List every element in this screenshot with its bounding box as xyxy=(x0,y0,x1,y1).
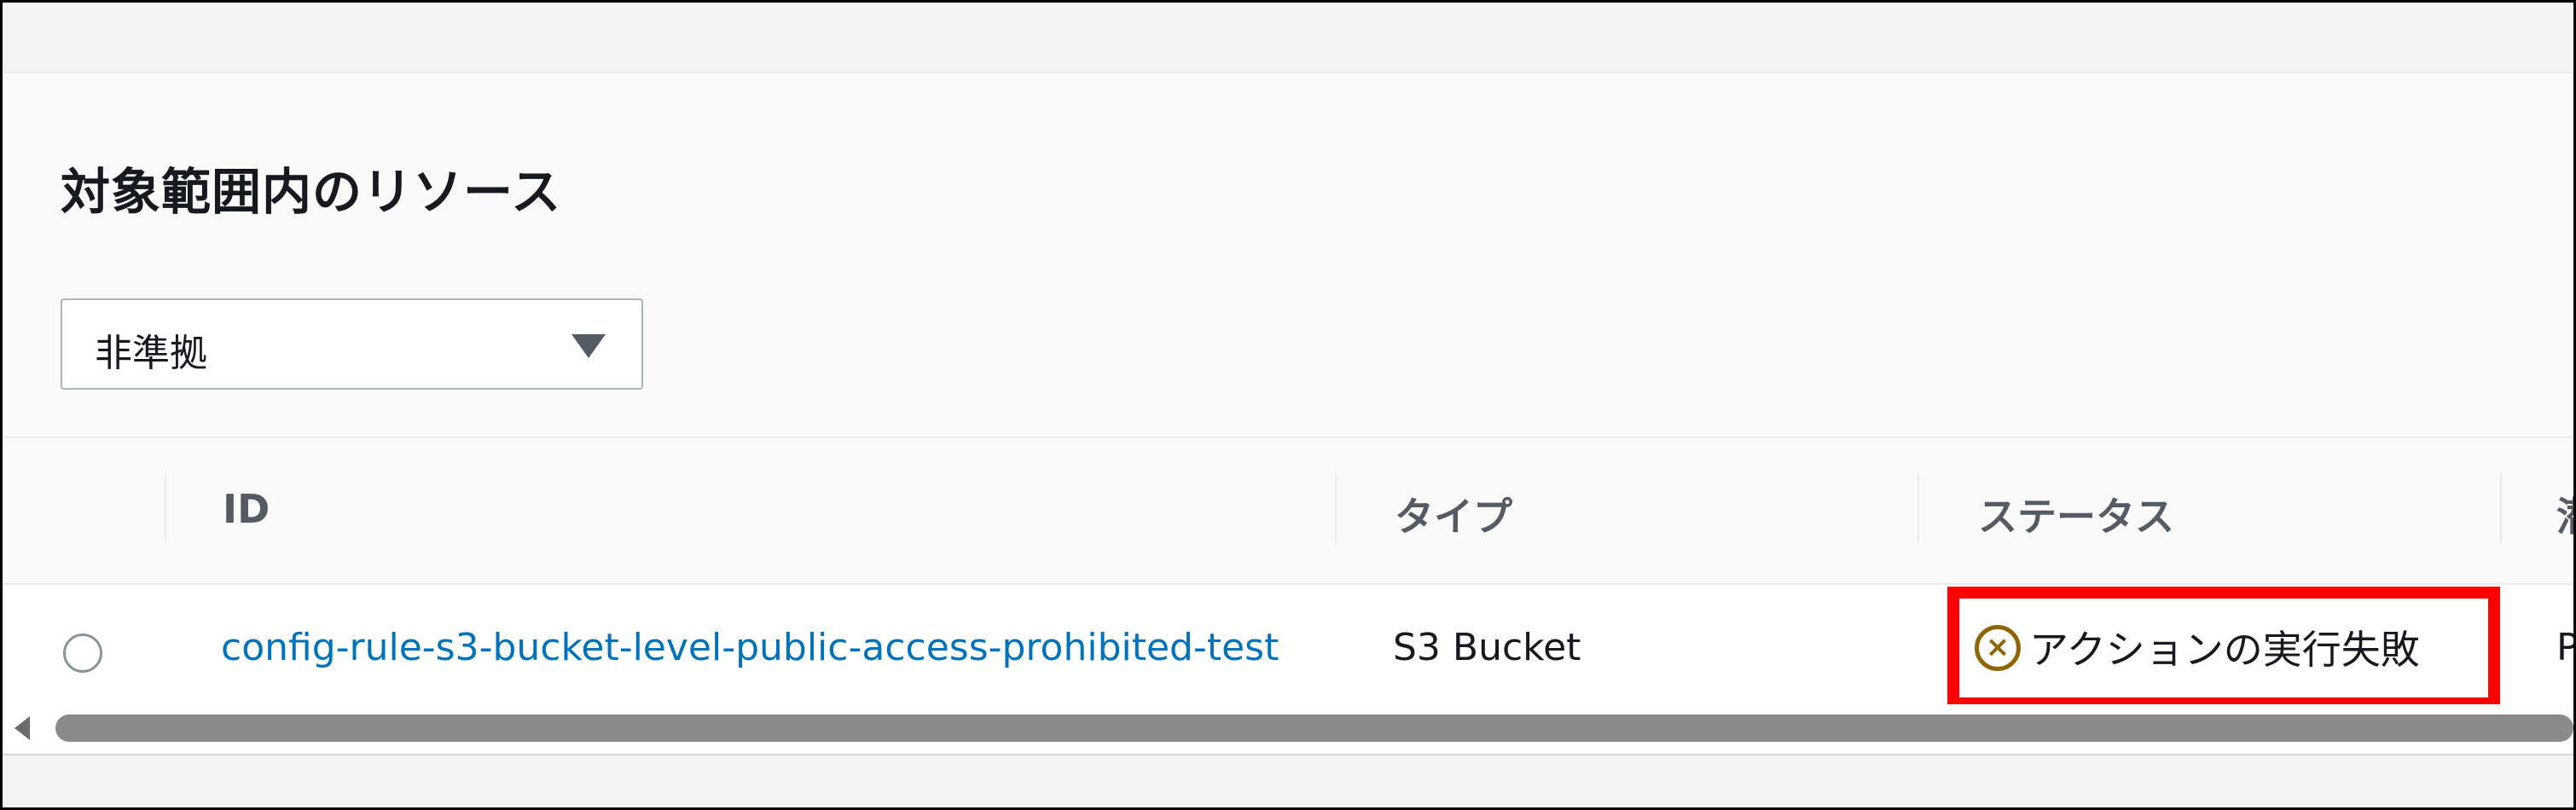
column-separator xyxy=(2500,472,2502,544)
caret-down-icon xyxy=(571,334,606,358)
column-header-status[interactable]: ステータス xyxy=(1978,486,2174,542)
filter-selected-value: 非準拠 xyxy=(95,332,207,375)
column-header-id[interactable]: ID xyxy=(223,486,270,532)
clipped-cell: P xyxy=(2556,626,2573,669)
status-highlight-box: × アクションの実行失敗 xyxy=(1947,587,2500,709)
column-separator xyxy=(1917,472,1919,544)
bottom-band xyxy=(3,754,2573,807)
scroll-thumb[interactable] xyxy=(55,715,2573,742)
column-separator xyxy=(1335,472,1337,544)
compliance-filter-select[interactable]: 非準拠 xyxy=(61,298,643,390)
table-row[interactable]: config-rule-s3-bucket-level-public-acces… xyxy=(3,587,2573,709)
horizontal-scrollbar[interactable] xyxy=(3,704,2573,754)
resource-status: アクションの実行失敗 xyxy=(2029,627,2420,673)
column-separator xyxy=(165,472,166,544)
row-select-radio[interactable] xyxy=(63,634,102,673)
section-title: 対象範囲内のリソース xyxy=(61,163,562,221)
top-band xyxy=(3,12,2573,73)
error-circle-x-icon: × xyxy=(1975,625,2021,671)
column-header-type[interactable]: タイプ xyxy=(1395,486,1512,542)
resource-id-link[interactable]: config-rule-s3-bucket-level-public-acces… xyxy=(221,626,1279,669)
table-header: ID タイプ ステータス 潜 xyxy=(3,438,2573,585)
scroll-left-arrow-icon[interactable] xyxy=(15,716,30,740)
resource-type: S3 Bucket xyxy=(1393,626,1581,669)
column-header-partial[interactable]: 潜 xyxy=(2556,486,2573,542)
